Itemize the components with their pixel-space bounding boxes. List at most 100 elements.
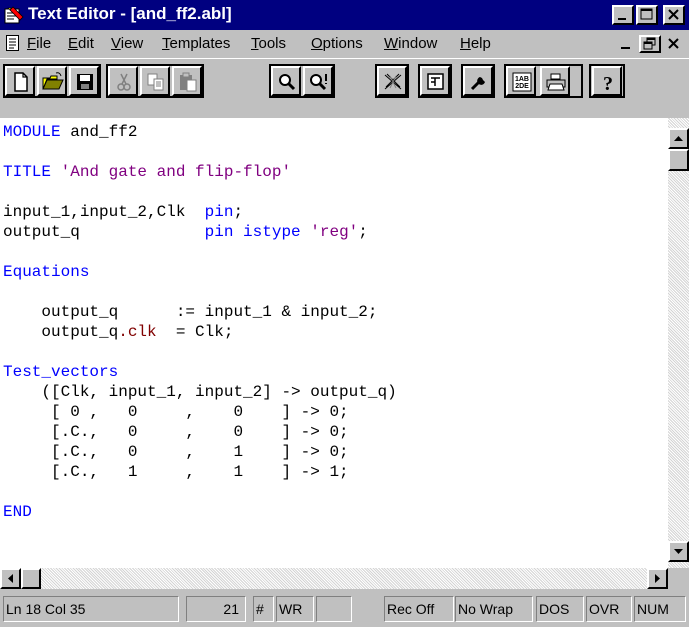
- doc-close-button[interactable]: [664, 35, 686, 53]
- status-wrap: No Wrap: [455, 596, 533, 622]
- doc-minimize-button[interactable]: [616, 35, 636, 53]
- code-token: 'And gate and flip-flop': [51, 163, 292, 181]
- menu-tools-accel: T: [251, 35, 259, 52]
- svg-text:?: ?: [603, 73, 613, 93]
- clear-button[interactable]: [377, 66, 407, 96]
- status-blank: [316, 596, 352, 622]
- scroll-left-button[interactable]: [0, 568, 21, 589]
- menu-help-rest: elp: [470, 35, 491, 52]
- tools-button[interactable]: [463, 66, 493, 96]
- app-icon[interactable]: [4, 5, 24, 25]
- wrench-icon: [470, 77, 485, 91]
- menu-help-accel: H: [460, 35, 471, 52]
- horizontal-scroll-thumb[interactable]: [21, 568, 41, 589]
- code-token: [.C., 0 , 1 ] -> 0;: [3, 443, 349, 461]
- close-button[interactable]: [663, 5, 685, 25]
- find-next-button[interactable]: [303, 66, 333, 96]
- template-button[interactable]: [420, 66, 450, 96]
- print-button[interactable]: [540, 66, 570, 96]
- scroll-up-button[interactable]: [668, 128, 689, 149]
- menu-options-rest: ptions: [322, 35, 363, 52]
- menu-options[interactable]: Options: [311, 35, 363, 52]
- arrow-down-icon: [674, 549, 683, 554]
- status-hash: #: [253, 596, 274, 622]
- menu-view-accel: V: [111, 35, 121, 52]
- maximize-icon: [640, 8, 653, 20]
- menu-view-rest: iew: [120, 35, 144, 52]
- help-button[interactable]: ?: [592, 66, 622, 96]
- help-icon: ?: [603, 73, 613, 93]
- new-file-icon: [14, 72, 28, 92]
- code-token: ([Clk, input_1, input_2] -> output_q): [3, 383, 397, 401]
- menu-options-accel: O: [311, 35, 323, 52]
- document-icon[interactable]: [6, 35, 20, 52]
- close-icon: [668, 38, 679, 49]
- minimize-button[interactable]: [612, 5, 634, 25]
- save-button[interactable]: [69, 66, 99, 96]
- template-icon: [427, 73, 444, 90]
- svg-text:1AB: 1AB: [515, 76, 529, 83]
- code-token: and_ff2: [60, 123, 138, 141]
- menu-window[interactable]: Window: [384, 35, 437, 52]
- doc-restore-button[interactable]: [639, 35, 661, 53]
- menu-tools[interactable]: Tools: [251, 35, 286, 52]
- arrow-left-icon: [8, 574, 13, 583]
- code-line: ([Clk, input_1, input_2] -> output_q): [3, 382, 397, 402]
- copy-icon: [147, 73, 164, 91]
- paste-icon: [180, 72, 197, 92]
- text-editor-window: Text Editor - [and_ff2.abl] File Edit Vi…: [0, 0, 689, 627]
- find-next-icon: [310, 74, 327, 91]
- menu-templates-accel: T: [162, 35, 170, 52]
- code-token: .clk: [118, 323, 157, 341]
- copy-button[interactable]: [140, 66, 170, 96]
- code-token: END: [3, 503, 32, 521]
- menu-file-accel: F: [27, 35, 37, 52]
- paste-button[interactable]: [172, 66, 202, 96]
- code-editor[interactable]: MODULE and_ff2 TITLE 'And gate and flip-f…: [0, 118, 668, 568]
- scrollbar-corner: [668, 568, 689, 589]
- code-token: pin istype: [204, 223, 301, 241]
- code-line: Equations: [3, 262, 397, 282]
- status-num: NUM: [634, 596, 686, 622]
- print-icon: [546, 73, 566, 91]
- menu-window-rest: indow: [398, 35, 438, 52]
- spelling-button[interactable]: 1AB 2DE: [506, 66, 536, 96]
- code-text: MODULE and_ff2 TITLE 'And gate and flip-f…: [3, 122, 397, 522]
- find-button[interactable]: [271, 66, 301, 96]
- menu-tools-rest: ools: [258, 35, 287, 52]
- code-line: output_q pin istype 'reg';: [3, 222, 397, 242]
- horizontal-scrollbar[interactable]: [0, 568, 668, 589]
- code-line: input_1,input_2,Clk pin;: [3, 202, 397, 222]
- find-icon: [279, 74, 296, 91]
- toolbar: 1AB 2DE ?: [0, 58, 689, 102]
- vertical-scroll-thumb[interactable]: [668, 149, 689, 171]
- maximize-button[interactable]: [636, 5, 658, 25]
- code-line: output_q := input_1 & input_2;: [3, 302, 397, 322]
- status-dos: DOS: [536, 596, 584, 622]
- menu-templates[interactable]: Templates: [162, 35, 230, 52]
- vertical-scrollbar[interactable]: [668, 118, 689, 568]
- menu-edit[interactable]: Edit: [68, 35, 94, 52]
- code-token: Equations: [3, 263, 90, 281]
- menu-help[interactable]: Help: [460, 35, 491, 52]
- code-line: Test_vectors: [3, 362, 397, 382]
- code-token: Test_vectors: [3, 363, 119, 381]
- code-token: output_q: [3, 223, 205, 241]
- code-line: [ 0 , 0 , 0 ] -> 0;: [3, 402, 397, 422]
- code-token: TITLE: [3, 163, 52, 181]
- menu-window-accel: W: [384, 35, 399, 52]
- open-file-button[interactable]: [37, 66, 67, 96]
- menu-view[interactable]: View: [111, 35, 143, 52]
- scroll-down-button[interactable]: [668, 541, 689, 562]
- menu-file-rest: ile: [36, 35, 52, 52]
- menu-file[interactable]: File: [27, 35, 51, 52]
- code-token: [.C., 0 , 0 ] -> 0;: [3, 423, 349, 441]
- code-line: TITLE 'And gate and flip-flop': [3, 162, 397, 182]
- status-bar: Ln 18 Col 35 21 # WR Rec Off No Wrap DOS…: [0, 591, 689, 627]
- title-bar[interactable]: Text Editor - [and_ff2.abl]: [0, 0, 689, 30]
- new-file-button[interactable]: [5, 66, 35, 96]
- cut-button[interactable]: [108, 66, 138, 96]
- scroll-right-button[interactable]: [647, 568, 668, 589]
